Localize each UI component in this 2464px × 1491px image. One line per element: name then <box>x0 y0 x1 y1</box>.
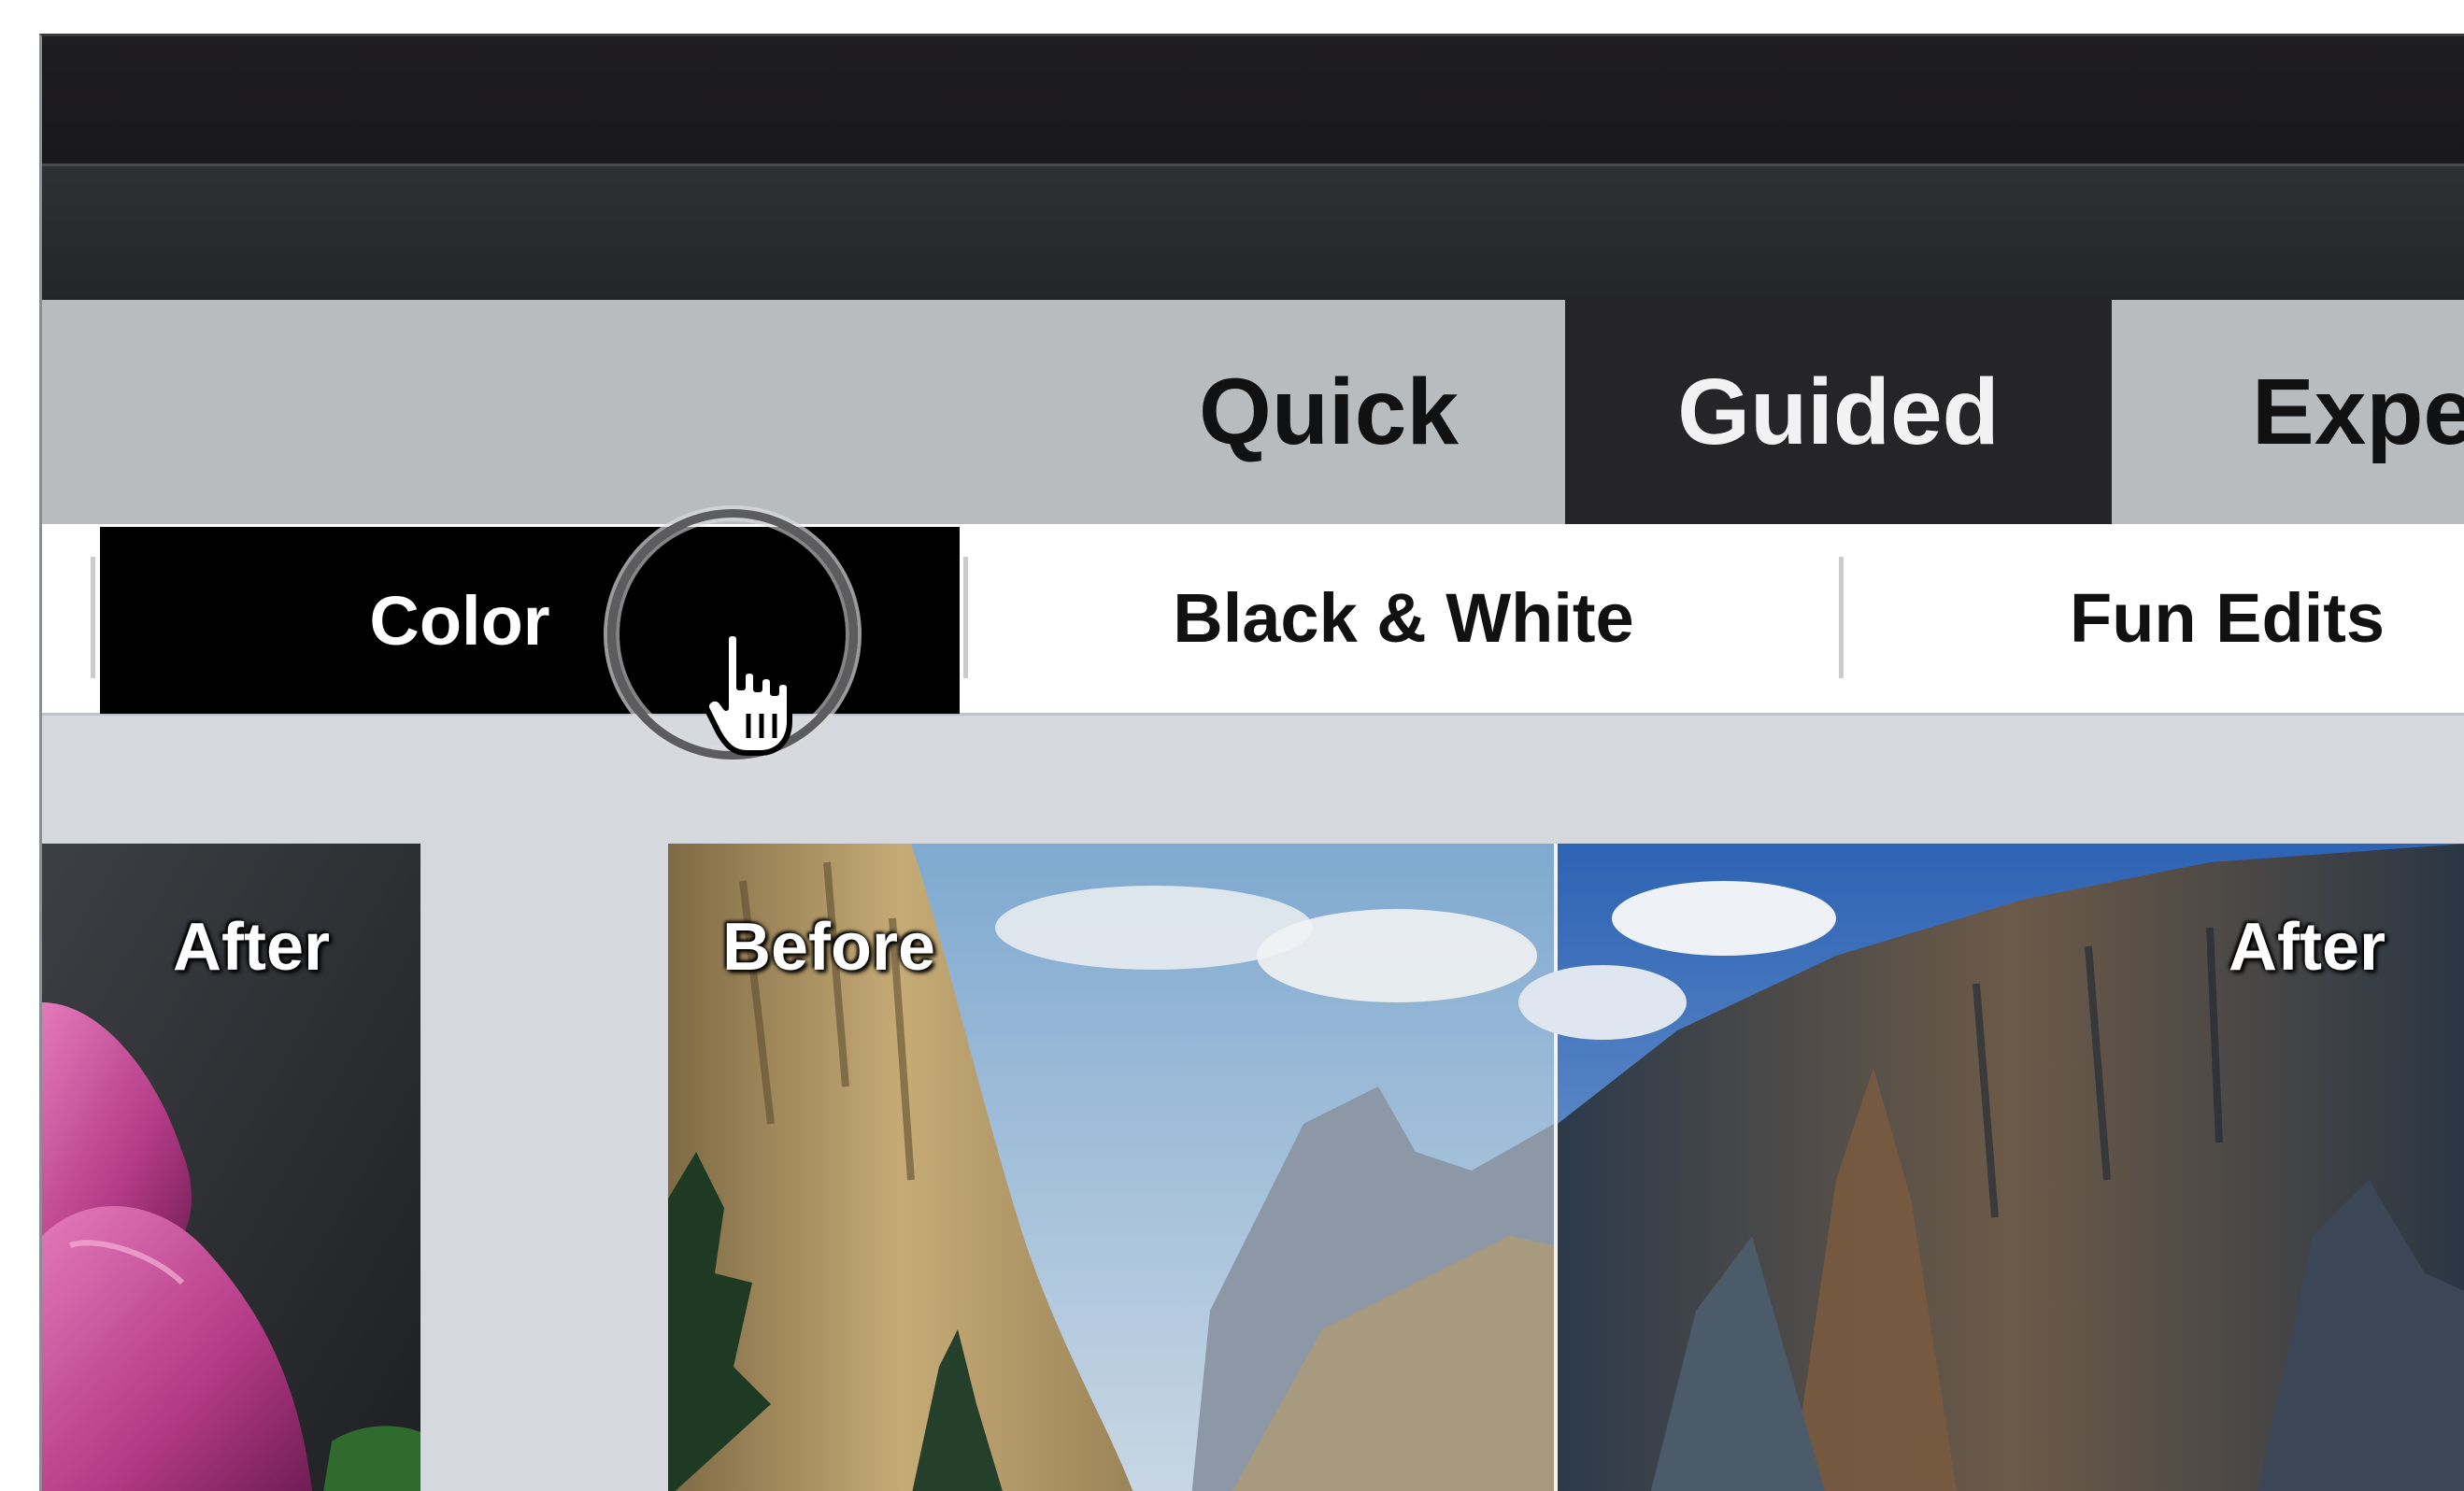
category-fun-edits[interactable]: Fun Edits <box>1845 524 2464 711</box>
mode-bar: Quick Guided Exper <box>42 300 2464 524</box>
tab-guided[interactable]: Guided <box>1565 300 2112 524</box>
category-fun-edits-label: Fun Edits <box>2070 578 2386 657</box>
tulip-thumbnail[interactable]: After <box>42 844 420 1491</box>
yosemite-image <box>668 844 2464 1491</box>
category-bar: Color Black & White Fun Edits <box>42 524 2464 716</box>
menu-bar <box>42 36 2464 163</box>
tab-guided-label: Guided <box>1677 359 2000 464</box>
options-bar <box>42 163 2464 300</box>
category-color-label: Color <box>369 581 550 660</box>
category-divider <box>963 557 968 678</box>
yosemite-thumbnail[interactable]: Before After <box>668 844 2464 1491</box>
tab-expert[interactable]: Exper <box>2112 300 2464 524</box>
tab-quick[interactable]: Quick <box>1100 300 1558 524</box>
app-window: Quick Guided Exper Color Black & White F… <box>39 34 2464 1491</box>
category-divider <box>91 557 95 678</box>
category-black-white[interactable]: Black & White <box>969 524 1838 711</box>
category-black-white-label: Black & White <box>1173 578 1634 657</box>
tab-quick-label: Quick <box>1199 359 1459 464</box>
after-label: After <box>2229 910 2386 985</box>
pointing-hand-cursor-icon <box>705 631 792 756</box>
tulip-after-label: After <box>173 910 331 985</box>
before-label: Before <box>722 910 936 985</box>
category-divider <box>1839 557 1844 678</box>
tab-expert-label: Exper <box>2252 359 2464 464</box>
